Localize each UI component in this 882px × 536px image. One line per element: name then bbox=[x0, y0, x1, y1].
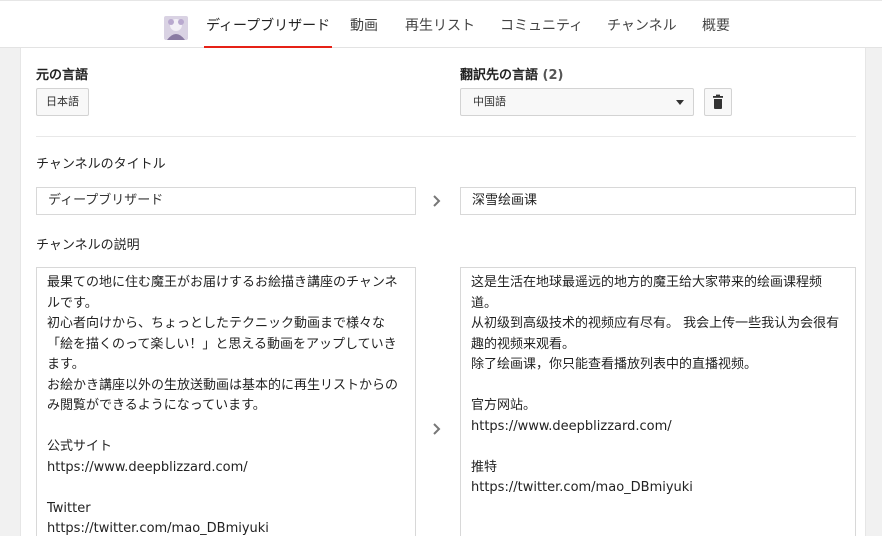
tab-playlists[interactable]: 再生リスト bbox=[405, 15, 475, 49]
tab-videos[interactable]: 動画 bbox=[350, 15, 378, 49]
target-language-heading: 翻訳先の言語 (2) bbox=[460, 64, 563, 83]
original-description-text: 最果ての地に住む魔王がお届けするお絵描き講座のチャンネ ルです。 初心者向けから… bbox=[47, 275, 399, 536]
tab-community[interactable]: コミュニティ bbox=[500, 15, 583, 49]
original-description-field: 最果ての地に住む魔王がお届けするお絵描き講座のチャンネ ルです。 初心者向けから… bbox=[36, 267, 416, 536]
translated-description-input[interactable]: 这是生活在地球最遥远的地方的魔王给大家带来的绘画课程频 道。 从初级到高级技术的… bbox=[460, 267, 856, 536]
tab-channels[interactable]: チャンネル bbox=[607, 15, 677, 49]
channel-nav-bar: ディープブリザード 動画 再生リスト コミュニティ チャンネル 概要 bbox=[0, 0, 882, 49]
channel-avatar[interactable] bbox=[164, 16, 188, 40]
title-heading: チャンネルのタイトル bbox=[36, 157, 166, 172]
description-heading: チャンネルの説明 bbox=[36, 238, 140, 253]
delete-translation-button[interactable] bbox=[704, 88, 732, 116]
target-language-selected: 中国語 bbox=[473, 95, 506, 108]
target-language-count: (2) bbox=[542, 68, 564, 83]
caret-down-icon bbox=[676, 100, 684, 105]
source-language-button[interactable]: 日本語 bbox=[36, 88, 89, 116]
target-language-heading-text: 翻訳先の言語 bbox=[460, 68, 539, 83]
translated-title-input[interactable]: 深雪绘画课 bbox=[460, 187, 856, 215]
chevron-right-icon bbox=[433, 195, 441, 207]
source-language-heading: 元の言語 bbox=[36, 68, 89, 83]
section-divider bbox=[36, 136, 856, 137]
trash-icon bbox=[713, 94, 723, 109]
chevron-right-icon bbox=[433, 423, 441, 435]
avatar-image bbox=[164, 16, 188, 40]
tab-about[interactable]: 概要 bbox=[702, 15, 730, 49]
tab-home[interactable]: ディープブリザード bbox=[203, 15, 333, 49]
translated-description-text: 这是生活在地球最遥远的地方的魔王给大家带来的绘画课程频 道。 从初级到高级技术的… bbox=[471, 275, 840, 495]
target-language-select[interactable]: 中国語 bbox=[460, 88, 694, 116]
original-title-field: ディープブリザード bbox=[36, 187, 416, 215]
